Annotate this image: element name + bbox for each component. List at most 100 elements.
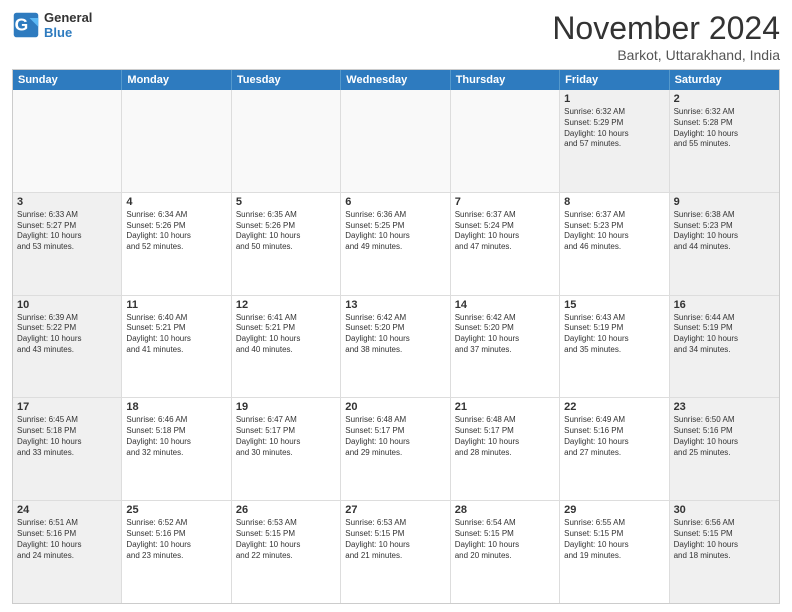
cell-info: Sunrise: 6:38 AM Sunset: 5:23 PM Dayligh… [674, 210, 775, 253]
cell-info: Sunrise: 6:48 AM Sunset: 5:17 PM Dayligh… [455, 415, 555, 458]
cell-info: Sunrise: 6:53 AM Sunset: 5:15 PM Dayligh… [345, 518, 445, 561]
day-number: 22 [564, 401, 664, 413]
cell-info: Sunrise: 6:46 AM Sunset: 5:18 PM Dayligh… [126, 415, 226, 458]
cell-info: Sunrise: 6:39 AM Sunset: 5:22 PM Dayligh… [17, 313, 117, 356]
calendar-cell: 16 Sunrise: 6:44 AM Sunset: 5:19 PM Dayli… [670, 296, 779, 398]
cell-info: Sunrise: 6:50 AM Sunset: 5:16 PM Dayligh… [674, 415, 775, 458]
cell-info: Sunrise: 6:34 AM Sunset: 5:26 PM Dayligh… [126, 210, 226, 253]
calendar-cell: 13 Sunrise: 6:42 AM Sunset: 5:20 PM Dayli… [341, 296, 450, 398]
calendar-cell: 21 Sunrise: 6:48 AM Sunset: 5:17 PM Dayli… [451, 398, 560, 500]
svg-text:G: G [15, 14, 29, 34]
calendar-cell [451, 90, 560, 192]
calendar-cell: 29 Sunrise: 6:55 AM Sunset: 5:15 PM Dayli… [560, 501, 669, 603]
day-number: 1 [564, 93, 664, 105]
day-number: 13 [345, 299, 445, 311]
calendar-row-5: 24Sunrise: 6:51 AM Sunset: 5:16 PM Dayli… [13, 500, 779, 603]
calendar-cell: 6Sunrise: 6:36 AM Sunset: 5:25 PM Daylig… [341, 193, 450, 295]
calendar-cell: 17 Sunrise: 6:45 AM Sunset: 5:18 PM Dayli… [13, 398, 122, 500]
header-day-wednesday: Wednesday [341, 70, 450, 90]
calendar-cell: 9 Sunrise: 6:38 AM Sunset: 5:23 PM Daylig… [670, 193, 779, 295]
cell-info: Sunrise: 6:44 AM Sunset: 5:19 PM Dayligh… [674, 313, 775, 356]
day-number: 23 [674, 401, 775, 413]
day-number: 14 [455, 299, 555, 311]
cell-info: Sunrise: 6:43 AM Sunset: 5:19 PM Dayligh… [564, 313, 664, 356]
day-number: 12 [236, 299, 336, 311]
calendar-row-2: 3 Sunrise: 6:33 AM Sunset: 5:27 PM Daylig… [13, 192, 779, 295]
calendar-cell: 25 Sunrise: 6:52 AM Sunset: 5:16 PM Dayli… [122, 501, 231, 603]
calendar-cell: 26 Sunrise: 6:53 AM Sunset: 5:15 PM Dayli… [232, 501, 341, 603]
day-number: 8 [564, 196, 664, 208]
cell-info: Sunrise: 6:42 AM Sunset: 5:20 PM Dayligh… [455, 313, 555, 356]
header: G General Blue November 2024 Barkot, Utt… [12, 10, 780, 63]
day-number: 2 [674, 93, 775, 105]
cell-info: Sunrise: 6:51 AM Sunset: 5:16 PM Dayligh… [17, 518, 117, 561]
calendar-cell: 10Sunrise: 6:39 AM Sunset: 5:22 PM Dayli… [13, 296, 122, 398]
cell-info: Sunrise: 6:53 AM Sunset: 5:15 PM Dayligh… [236, 518, 336, 561]
calendar-cell: 12 Sunrise: 6:41 AM Sunset: 5:21 PM Dayli… [232, 296, 341, 398]
day-number: 30 [674, 504, 775, 516]
calendar-cell: 5Sunrise: 6:35 AM Sunset: 5:26 PM Daylig… [232, 193, 341, 295]
cell-info: Sunrise: 6:49 AM Sunset: 5:16 PM Dayligh… [564, 415, 664, 458]
day-number: 7 [455, 196, 555, 208]
header-day-saturday: Saturday [670, 70, 779, 90]
cell-info: Sunrise: 6:54 AM Sunset: 5:15 PM Dayligh… [455, 518, 555, 561]
day-number: 19 [236, 401, 336, 413]
calendar-header: SundayMondayTuesdayWednesdayThursdayFrid… [13, 70, 779, 90]
calendar-cell: 15 Sunrise: 6:43 AM Sunset: 5:19 PM Dayli… [560, 296, 669, 398]
calendar-body: 1 Sunrise: 6:32 AM Sunset: 5:29 PM Daylig… [13, 90, 779, 603]
day-number: 5 [236, 196, 336, 208]
calendar-cell: 28 Sunrise: 6:54 AM Sunset: 5:15 PM Dayli… [451, 501, 560, 603]
day-number: 21 [455, 401, 555, 413]
day-number: 28 [455, 504, 555, 516]
calendar-row-4: 17 Sunrise: 6:45 AM Sunset: 5:18 PM Dayli… [13, 397, 779, 500]
calendar-row-1: 1 Sunrise: 6:32 AM Sunset: 5:29 PM Daylig… [13, 90, 779, 192]
day-number: 26 [236, 504, 336, 516]
day-number: 17 [17, 401, 117, 413]
day-number: 4 [126, 196, 226, 208]
cell-info: Sunrise: 6:52 AM Sunset: 5:16 PM Dayligh… [126, 518, 226, 561]
day-number: 15 [564, 299, 664, 311]
calendar-cell [13, 90, 122, 192]
calendar-cell [341, 90, 450, 192]
calendar-cell: 20 Sunrise: 6:48 AM Sunset: 5:17 PM Dayli… [341, 398, 450, 500]
day-number: 6 [345, 196, 445, 208]
cell-info: Sunrise: 6:32 AM Sunset: 5:29 PM Dayligh… [564, 107, 664, 150]
calendar-cell: 23 Sunrise: 6:50 AM Sunset: 5:16 PM Dayli… [670, 398, 779, 500]
logo-icon: G [12, 11, 40, 39]
day-number: 3 [17, 196, 117, 208]
calendar-cell: 19Sunrise: 6:47 AM Sunset: 5:17 PM Dayli… [232, 398, 341, 500]
logo-text: General Blue [44, 10, 92, 40]
calendar-cell: 11 Sunrise: 6:40 AM Sunset: 5:21 PM Dayli… [122, 296, 231, 398]
calendar-cell: 14 Sunrise: 6:42 AM Sunset: 5:20 PM Dayli… [451, 296, 560, 398]
cell-info: Sunrise: 6:40 AM Sunset: 5:21 PM Dayligh… [126, 313, 226, 356]
header-day-monday: Monday [122, 70, 231, 90]
calendar-cell: 18Sunrise: 6:46 AM Sunset: 5:18 PM Dayli… [122, 398, 231, 500]
cell-info: Sunrise: 6:41 AM Sunset: 5:21 PM Dayligh… [236, 313, 336, 356]
calendar-cell [232, 90, 341, 192]
calendar-cell: 4 Sunrise: 6:34 AM Sunset: 5:26 PM Daylig… [122, 193, 231, 295]
logo: G General Blue [12, 10, 92, 40]
page: G General Blue November 2024 Barkot, Utt… [0, 0, 792, 612]
cell-info: Sunrise: 6:48 AM Sunset: 5:17 PM Dayligh… [345, 415, 445, 458]
cell-info: Sunrise: 6:45 AM Sunset: 5:18 PM Dayligh… [17, 415, 117, 458]
cell-info: Sunrise: 6:55 AM Sunset: 5:15 PM Dayligh… [564, 518, 664, 561]
month-title: November 2024 [552, 10, 780, 47]
calendar-cell: 1 Sunrise: 6:32 AM Sunset: 5:29 PM Daylig… [560, 90, 669, 192]
day-number: 25 [126, 504, 226, 516]
day-number: 9 [674, 196, 775, 208]
day-number: 16 [674, 299, 775, 311]
cell-info: Sunrise: 6:33 AM Sunset: 5:27 PM Dayligh… [17, 210, 117, 253]
day-number: 11 [126, 299, 226, 311]
day-number: 20 [345, 401, 445, 413]
cell-info: Sunrise: 6:37 AM Sunset: 5:23 PM Dayligh… [564, 210, 664, 253]
header-day-sunday: Sunday [13, 70, 122, 90]
calendar-cell: 2Sunrise: 6:32 AM Sunset: 5:28 PM Daylig… [670, 90, 779, 192]
location: Barkot, Uttarakhand, India [552, 47, 780, 63]
cell-info: Sunrise: 6:42 AM Sunset: 5:20 PM Dayligh… [345, 313, 445, 356]
header-day-friday: Friday [560, 70, 669, 90]
calendar-cell: 7Sunrise: 6:37 AM Sunset: 5:24 PM Daylig… [451, 193, 560, 295]
calendar-row-3: 10Sunrise: 6:39 AM Sunset: 5:22 PM Dayli… [13, 295, 779, 398]
header-day-thursday: Thursday [451, 70, 560, 90]
day-number: 27 [345, 504, 445, 516]
day-number: 29 [564, 504, 664, 516]
